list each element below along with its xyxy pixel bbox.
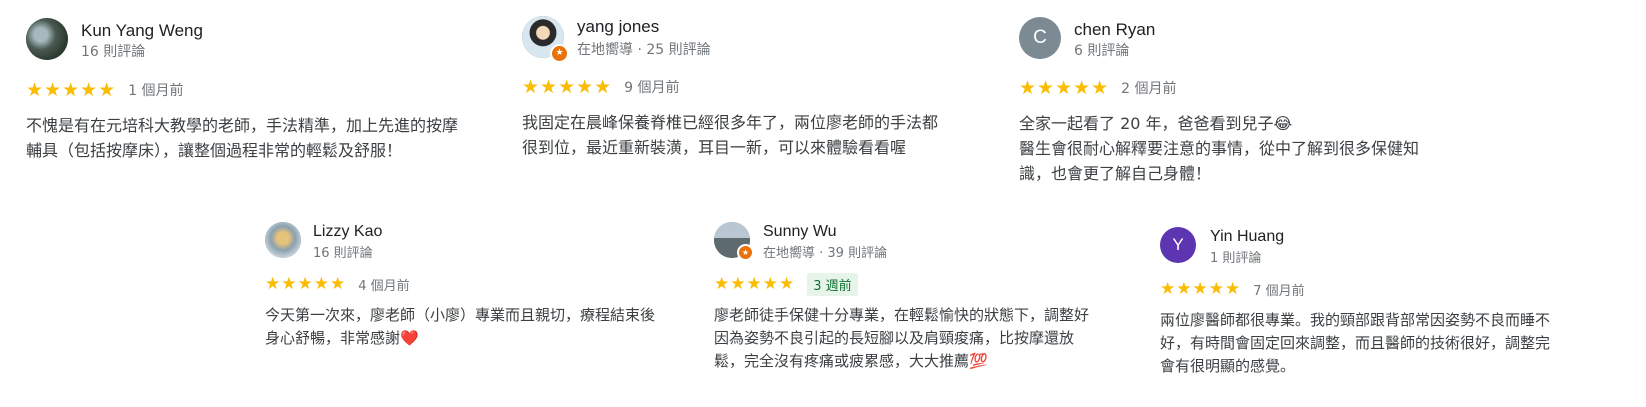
review-text: 今天第一次來，廖老師（小廖）專業而且親切，療程結束後身心舒暢，非常感謝❤️ bbox=[265, 306, 656, 347]
star-rating: ★★★★★ bbox=[265, 273, 347, 294]
review-date: 2 個月前 bbox=[1121, 81, 1177, 97]
reviewer-avatar[interactable] bbox=[265, 222, 301, 258]
review-card: C chen Ryan 6 則評論 ★★★★★ 2 個月前 全家一起看了 20 … bbox=[1019, 17, 1449, 186]
review-date: 9 個月前 bbox=[624, 80, 680, 96]
review-card: ★ Sunny Wu 在地嚮導 · 39 則評論 ★★★★★ 3 週前 廖老師徒… bbox=[714, 222, 1099, 373]
reviewer-review-count: 1 則評論 bbox=[1210, 251, 1262, 266]
review-text: 全家一起看了 20 年，爸爸看到兒子😂 醫生會很耐心解釋要注意的事情，從中了解到… bbox=[1019, 111, 1449, 186]
reviewer-review-count: 16 則評論 bbox=[81, 44, 146, 60]
reviewer-review-count: 在地嚮導 · 39 則評論 bbox=[763, 246, 888, 261]
star-rating: ★★★★★ bbox=[522, 75, 613, 98]
reviewer-name[interactable]: Kun Yang Weng bbox=[81, 21, 203, 41]
star-rating: ★★★★★ bbox=[1019, 76, 1110, 99]
review-date: 7 個月前 bbox=[1253, 283, 1305, 299]
review-date: 1 個月前 bbox=[128, 83, 184, 99]
star-rating: ★★★★★ bbox=[714, 273, 796, 294]
reviewer-review-count: 16 則評論 bbox=[313, 246, 373, 261]
review-card: Lizzy Kao 16 則評論 ★★★★★ 4 個月前 今天第一次來，廖老師（… bbox=[265, 222, 660, 350]
review-date: 3 週前 bbox=[807, 272, 858, 296]
reviewer-name[interactable]: Lizzy Kao bbox=[313, 223, 382, 241]
star-rating: ★★★★★ bbox=[26, 78, 117, 101]
avatar-letter: C bbox=[1033, 27, 1047, 48]
local-guide-badge-icon: ★ bbox=[550, 44, 569, 63]
reviewer-name[interactable]: Sunny Wu bbox=[763, 223, 837, 241]
reviewer-name[interactable]: Yin Huang bbox=[1210, 228, 1284, 246]
reviewer-review-count: 6 則評論 bbox=[1074, 43, 1130, 59]
reviewer-avatar[interactable] bbox=[26, 18, 68, 60]
reviewer-avatar[interactable]: Y bbox=[1160, 227, 1196, 263]
review-card: Y Yin Huang 1 則評論 ★★★★★ 7 個月前 兩位廖醫師都很專業。… bbox=[1160, 227, 1550, 378]
star-rating: ★★★★★ bbox=[1160, 278, 1242, 299]
local-guide-badge-icon: ★ bbox=[737, 244, 754, 261]
review-card: Kun Yang Weng 16 則評論 ★★★★★ 1 個月前 不愧是有在元培… bbox=[26, 18, 464, 163]
review-text: 不愧是有在元培科大教學的老師，手法精準，加上先進的按摩輔具（包括按摩床），讓整個… bbox=[26, 116, 459, 160]
reviewer-name[interactable]: yang jones bbox=[577, 17, 659, 37]
review-text-line: 全家一起看了 20 年，爸爸看到兒子😂 bbox=[1019, 114, 1293, 133]
review-text: 兩位廖醫師都很專業。我的頸部跟背部常因姿勢不良而睡不好，有時間會固定回來調整，而… bbox=[1160, 311, 1551, 375]
reviewer-review-count: 在地嚮導 · 25 則評論 bbox=[577, 42, 711, 58]
reviewer-avatar[interactable]: C bbox=[1019, 17, 1061, 59]
reviewer-name[interactable]: chen Ryan bbox=[1074, 20, 1155, 40]
review-card: ★ yang jones 在地嚮導 · 25 則評論 ★★★★★ 9 個月前 我… bbox=[522, 16, 952, 160]
review-text: 我固定在晨峰保養脊椎已經很多年了，兩位廖老師的手法都很到位，最近重新裝潢，耳目一… bbox=[522, 113, 939, 157]
avatar-letter: Y bbox=[1172, 235, 1184, 254]
review-text: 廖老師徒手保健十分專業，在輕鬆愉快的狀態下，調整好因為姿勢不良引起的長短腳以及肩… bbox=[714, 306, 1090, 370]
review-date: 4 個月前 bbox=[358, 278, 410, 294]
review-text-line: 醫生會很耐心解釋要注意的事情，從中了解到很多保健知識，也會更了解自己身體！ bbox=[1019, 139, 1420, 183]
